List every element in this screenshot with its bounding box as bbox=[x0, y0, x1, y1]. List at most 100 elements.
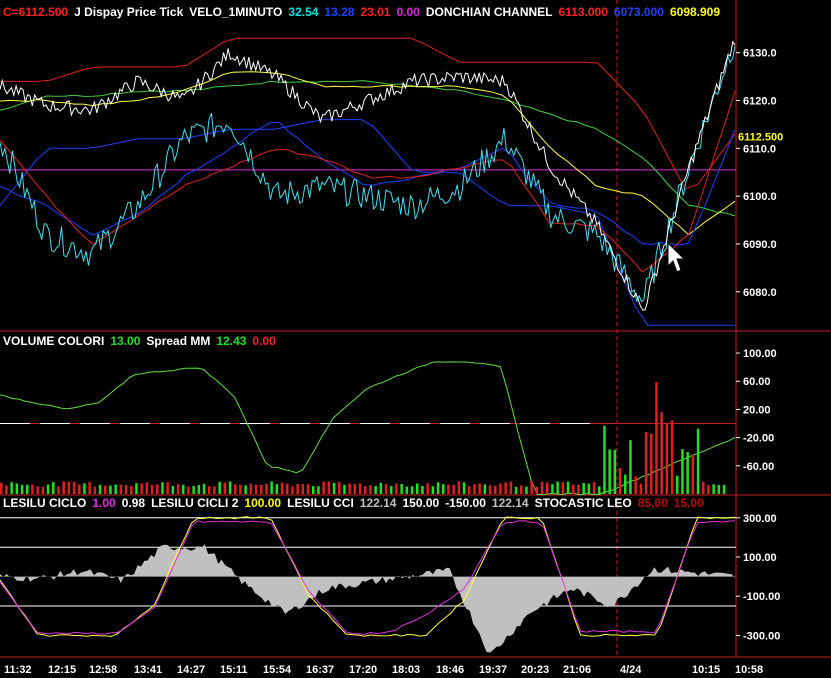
volume-bar bbox=[176, 484, 180, 494]
header-item: LESILU CICLO bbox=[3, 496, 86, 510]
volume-bar bbox=[291, 486, 294, 494]
header-item: 13.00 bbox=[110, 334, 140, 348]
volume-bar bbox=[338, 482, 341, 494]
volume-bar bbox=[431, 486, 435, 494]
y-tick-label: -100.00 bbox=[743, 591, 780, 603]
volume-bar bbox=[442, 484, 445, 494]
header-item: 6113.000 bbox=[559, 5, 609, 19]
volume-bar bbox=[140, 483, 143, 494]
time-tick-label: 19:37 bbox=[479, 664, 507, 676]
time-tick-label: 11:32 bbox=[4, 664, 32, 676]
volume-bar bbox=[280, 482, 284, 494]
volume-bar bbox=[603, 425, 606, 494]
volume-bar bbox=[686, 451, 689, 494]
time-tick-label: 4/24 bbox=[620, 664, 642, 676]
volume-bar bbox=[98, 484, 102, 494]
volume-bar bbox=[322, 481, 325, 494]
y-tick-label: 100.00 bbox=[743, 348, 777, 360]
volume-bar bbox=[494, 485, 497, 494]
volume-bar bbox=[473, 484, 476, 494]
volume-bar bbox=[452, 484, 455, 494]
volume-bar bbox=[478, 483, 481, 494]
header-item: 122.14 bbox=[360, 496, 397, 510]
header-item: 85.00 bbox=[638, 496, 668, 510]
volume-bar bbox=[0, 482, 3, 494]
volume-bar bbox=[374, 486, 377, 494]
header-item: 23.01 bbox=[360, 5, 390, 19]
volume-bar bbox=[260, 485, 263, 494]
header-item: DONCHIAN CHANNEL bbox=[426, 5, 553, 19]
volume-bar bbox=[624, 474, 627, 494]
volume-bar bbox=[691, 454, 695, 494]
volume-bar bbox=[306, 484, 310, 494]
volume-bar bbox=[192, 486, 195, 494]
trading-chart[interactable]: 6112.500 6130.0 6120.0 6110.0 6100.0 6090.0 60… bbox=[0, 0, 831, 678]
header-item: 6098.909 bbox=[670, 5, 720, 19]
volume-bar bbox=[364, 486, 367, 494]
volume-bar bbox=[561, 482, 565, 494]
volume-bar bbox=[223, 482, 227, 494]
volume-bar bbox=[72, 481, 76, 494]
volume-bar bbox=[488, 485, 492, 494]
time-tick-label: 16:37 bbox=[306, 664, 334, 676]
volume-bar bbox=[566, 481, 570, 494]
volume-bar bbox=[712, 484, 715, 494]
header-item: 1.00 bbox=[92, 496, 116, 510]
volume-bar bbox=[93, 486, 97, 494]
volume-bar bbox=[343, 484, 346, 494]
volume-bar bbox=[504, 482, 507, 494]
volume-bar bbox=[660, 412, 663, 494]
panel-header-volume: VOLUME COLORI 13.00 Spread MM 12.43 0.00 bbox=[3, 334, 276, 348]
time-tick-label: 12:58 bbox=[89, 664, 117, 676]
volume-bar bbox=[20, 484, 24, 494]
volume-bar bbox=[348, 483, 351, 494]
header-item: -150.00 bbox=[445, 496, 486, 510]
time-tick-label: 13:41 bbox=[134, 664, 162, 676]
y-tick-label: 20.00 bbox=[743, 404, 771, 416]
volume-bar bbox=[52, 482, 55, 494]
volume-bar bbox=[707, 485, 710, 494]
volume-bar bbox=[124, 485, 128, 494]
panel-header-oscillators: LESILU CICLO 1.00 0.98 LESILU CICLI 2 100.00… bbox=[3, 496, 704, 510]
volume-bar bbox=[665, 422, 669, 494]
volume-bar bbox=[509, 481, 513, 494]
volume-bar bbox=[114, 484, 117, 494]
volume-bar bbox=[145, 482, 149, 494]
volume-bar bbox=[540, 481, 544, 494]
volume-bar bbox=[618, 468, 622, 494]
volume-bar bbox=[234, 484, 237, 494]
volume-bar bbox=[436, 482, 440, 494]
volume-bar bbox=[514, 486, 518, 494]
volume-bar bbox=[62, 481, 65, 494]
volume-bar bbox=[312, 486, 315, 494]
header-item: 13.28 bbox=[324, 5, 354, 19]
volume-bar bbox=[634, 476, 637, 494]
volume-bar bbox=[384, 483, 388, 494]
volume-bar bbox=[670, 420, 674, 494]
volume-bar bbox=[520, 485, 523, 494]
volume-bar bbox=[400, 484, 403, 494]
volume-bar bbox=[613, 449, 617, 494]
volume-bar bbox=[130, 486, 133, 494]
volume-bar bbox=[301, 484, 305, 494]
volume-bar bbox=[457, 481, 461, 494]
volume-bar bbox=[31, 484, 34, 494]
header-item: LESILU CCI bbox=[287, 496, 354, 510]
volume-bar bbox=[161, 482, 164, 494]
volume-bar bbox=[332, 483, 336, 494]
volume-bar bbox=[717, 485, 721, 494]
y-tick-label: -300.00 bbox=[743, 630, 780, 642]
volume-bar bbox=[676, 475, 679, 494]
volume-bar bbox=[598, 486, 601, 494]
volume-bar bbox=[405, 486, 409, 494]
volume-bar bbox=[499, 483, 502, 494]
volume-bar bbox=[462, 482, 466, 494]
volume-bar bbox=[286, 483, 289, 494]
volume-bar bbox=[650, 433, 653, 494]
volume-bar bbox=[78, 484, 81, 494]
volume-bar bbox=[416, 483, 419, 494]
volume-bar bbox=[722, 484, 726, 494]
time-tick-label: 15:11 bbox=[220, 664, 248, 676]
volume-bar bbox=[655, 382, 658, 494]
time-tick-label: 18:46 bbox=[436, 664, 464, 676]
